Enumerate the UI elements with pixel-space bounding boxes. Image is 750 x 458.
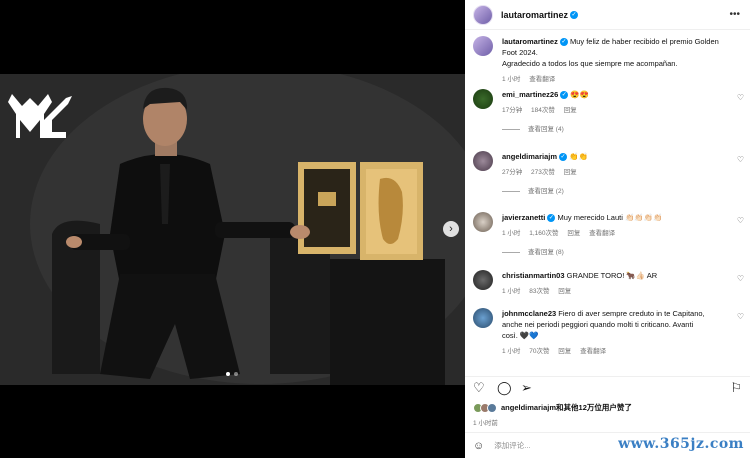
- timestamp: 1 小时: [502, 230, 521, 237]
- verified-icon: ✓: [559, 38, 568, 47]
- post-photo: [0, 74, 465, 385]
- avatar[interactable]: [473, 212, 493, 232]
- timestamp: 27分钟: [502, 169, 523, 176]
- avatar[interactable]: [473, 36, 493, 56]
- timestamp: 1 小时: [502, 348, 521, 355]
- reply-button[interactable]: 回复: [558, 288, 571, 295]
- likes-user[interactable]: angeldimariajm: [501, 403, 556, 412]
- timestamp: 1 小时: [502, 288, 521, 295]
- comment-body: 👏👏: [569, 152, 588, 161]
- reply-button[interactable]: 回复: [567, 230, 580, 237]
- like-count[interactable]: 83次赞: [529, 288, 549, 295]
- post-panel: lautaromartinez ✓ ••• lautaromartinez ✓ M…: [465, 0, 750, 458]
- emoji-icon[interactable]: ☺: [473, 440, 484, 452]
- translate-link[interactable]: 查看翻译: [589, 230, 615, 237]
- avatar[interactable]: [473, 308, 493, 328]
- post-caption: lautaromartinez ✓ Muy feliz de haber reci…: [465, 36, 750, 89]
- comment-body: Muy merecido Lauti 👏🏻👏🏻👏🏻👏🏻: [557, 213, 663, 222]
- comment-author[interactable]: emi_martinez26: [502, 90, 558, 99]
- comment-body: anche nei periodi peggiori quando molti …: [502, 320, 694, 329]
- caption-line: Agradecido a todos los que siempre me ac…: [502, 59, 678, 68]
- watermark: www.365jz.com: [618, 436, 744, 452]
- timestamp: 1 小时: [502, 76, 521, 83]
- more-icon[interactable]: •••: [729, 9, 740, 20]
- comment-meta: 1 小时 83次赞 回复: [502, 285, 728, 295]
- comment-text: christianmartin03 GRANDE TORO! 🐂👍🏻 AR: [502, 270, 728, 281]
- verified-icon: ✓: [560, 91, 569, 100]
- heart-icon[interactable]: ♡: [737, 216, 744, 225]
- post-author[interactable]: lautaromartinez: [501, 10, 568, 20]
- avatar[interactable]: [473, 89, 493, 109]
- reply-button[interactable]: 回复: [558, 348, 571, 355]
- verified-icon: ✓: [570, 10, 579, 19]
- heart-icon[interactable]: ♡: [737, 155, 744, 164]
- avatar: [487, 402, 497, 413]
- photo-illustration: [0, 74, 465, 385]
- avatar[interactable]: [473, 151, 493, 171]
- post-timestamp: 1 小时前: [473, 420, 498, 427]
- caption-author[interactable]: lautaromartinez: [502, 37, 558, 46]
- translate-link[interactable]: 查看翻译: [529, 76, 555, 83]
- comment-item: javierzanetti ✓ Muy merecido Lauti 👏🏻👏🏻👏🏻…: [465, 212, 750, 270]
- comment-list: lautaromartinez ✓ Muy feliz de haber reci…: [465, 36, 750, 358]
- comment-body: così. 🖤💙: [502, 331, 539, 340]
- comment-body: GRANDE TORO! 🐂👍🏻 AR: [566, 271, 658, 280]
- view-replies-button[interactable]: 查看回复 (2): [502, 185, 728, 195]
- reply-button[interactable]: 回复: [564, 169, 577, 176]
- like-count[interactable]: 273次赞: [531, 169, 555, 176]
- carousel-dot: [226, 372, 230, 376]
- comment-item: johnmcclane23 Fiero di aver sempre credu…: [465, 308, 750, 358]
- caption-line: Foot 2024.: [502, 48, 538, 57]
- timestamp: 17分钟: [502, 107, 523, 114]
- likes-suffix[interactable]: 和其他12万位用户赞了: [556, 402, 632, 413]
- like-count[interactable]: 184次赞: [531, 107, 555, 114]
- post-media: ›: [0, 0, 465, 458]
- comment-meta: 27分钟 273次赞 回复: [502, 166, 728, 176]
- heart-icon[interactable]: ♡: [473, 380, 485, 396]
- comment-author[interactable]: angeldimariajm: [502, 152, 557, 161]
- comment-text: emi_martinez26 ✓ 😍😍: [502, 89, 728, 100]
- comment-body: 😍😍: [570, 90, 590, 99]
- carousel-dots: [226, 372, 238, 376]
- carousel-dot: [234, 372, 238, 376]
- verified-icon: ✓: [559, 153, 568, 162]
- translate-link[interactable]: 查看翻译: [580, 348, 606, 355]
- like-count[interactable]: 1,160次赞: [529, 230, 558, 237]
- comment-author[interactable]: christianmartin03: [502, 271, 565, 280]
- heart-icon[interactable]: ♡: [737, 312, 744, 321]
- avatar[interactable]: [473, 270, 493, 290]
- comment-item: angeldimariajm ✓ 👏👏 27分钟 273次赞 回复 查看回复 (2…: [465, 151, 750, 212]
- view-replies-button[interactable]: 查看回复 (8): [502, 246, 728, 256]
- comment-meta: 1 小时 1,160次赞 回复 查看翻译: [502, 227, 728, 237]
- caption-text: lautaromartinez ✓ Muy feliz de haber reci…: [502, 36, 728, 69]
- post-header: lautaromartinez ✓ •••: [465, 0, 750, 30]
- caption-meta: 1 小时 查看翻译: [502, 73, 728, 83]
- comment-text: javierzanetti ✓ Muy merecido Lauti 👏🏻👏🏻👏🏻…: [502, 212, 728, 223]
- comment-meta: 1 小时 70次赞 回复 查看翻译: [502, 345, 728, 355]
- chevron-right-icon[interactable]: ›: [443, 221, 459, 237]
- reply-button[interactable]: 回复: [564, 107, 577, 114]
- share-icon[interactable]: ➢: [521, 380, 532, 396]
- heart-icon[interactable]: ♡: [737, 93, 744, 102]
- bookmark-icon[interactable]: ⚐: [730, 380, 742, 396]
- comment-item: christianmartin03 GRANDE TORO! 🐂👍🏻 AR 1 …: [465, 270, 750, 308]
- heart-icon[interactable]: ♡: [737, 274, 744, 283]
- comment-author[interactable]: johnmcclane23: [502, 309, 556, 318]
- comment-meta: 17分钟 184次赞 回复: [502, 104, 728, 114]
- post-actions: ♡ ◯ ➢ ⚐: [465, 376, 750, 398]
- comment-text: johnmcclane23 Fiero di aver sempre credu…: [502, 308, 728, 341]
- comment-item: emi_martinez26 ✓ 😍😍 17分钟 184次赞 回复 查看回复 (4…: [465, 89, 750, 145]
- likes-summary[interactable]: angeldimariajm 和其他12万位用户赞了: [473, 402, 632, 413]
- comment-text: angeldimariajm ✓ 👏👏: [502, 151, 728, 162]
- comment-icon[interactable]: ◯: [497, 380, 512, 396]
- like-count[interactable]: 70次赞: [529, 348, 549, 355]
- comment-author[interactable]: javierzanetti: [502, 213, 545, 222]
- view-replies-button[interactable]: 查看回复 (4): [502, 123, 728, 133]
- caption-line: Muy feliz de haber recibido el premio Go…: [569, 37, 719, 46]
- avatar[interactable]: [473, 4, 493, 25]
- comment-body: Fiero di aver sempre creduto in te Capit…: [558, 309, 705, 318]
- verified-icon: ✓: [547, 214, 556, 223]
- comment-input[interactable]: 添加评论...: [494, 440, 530, 451]
